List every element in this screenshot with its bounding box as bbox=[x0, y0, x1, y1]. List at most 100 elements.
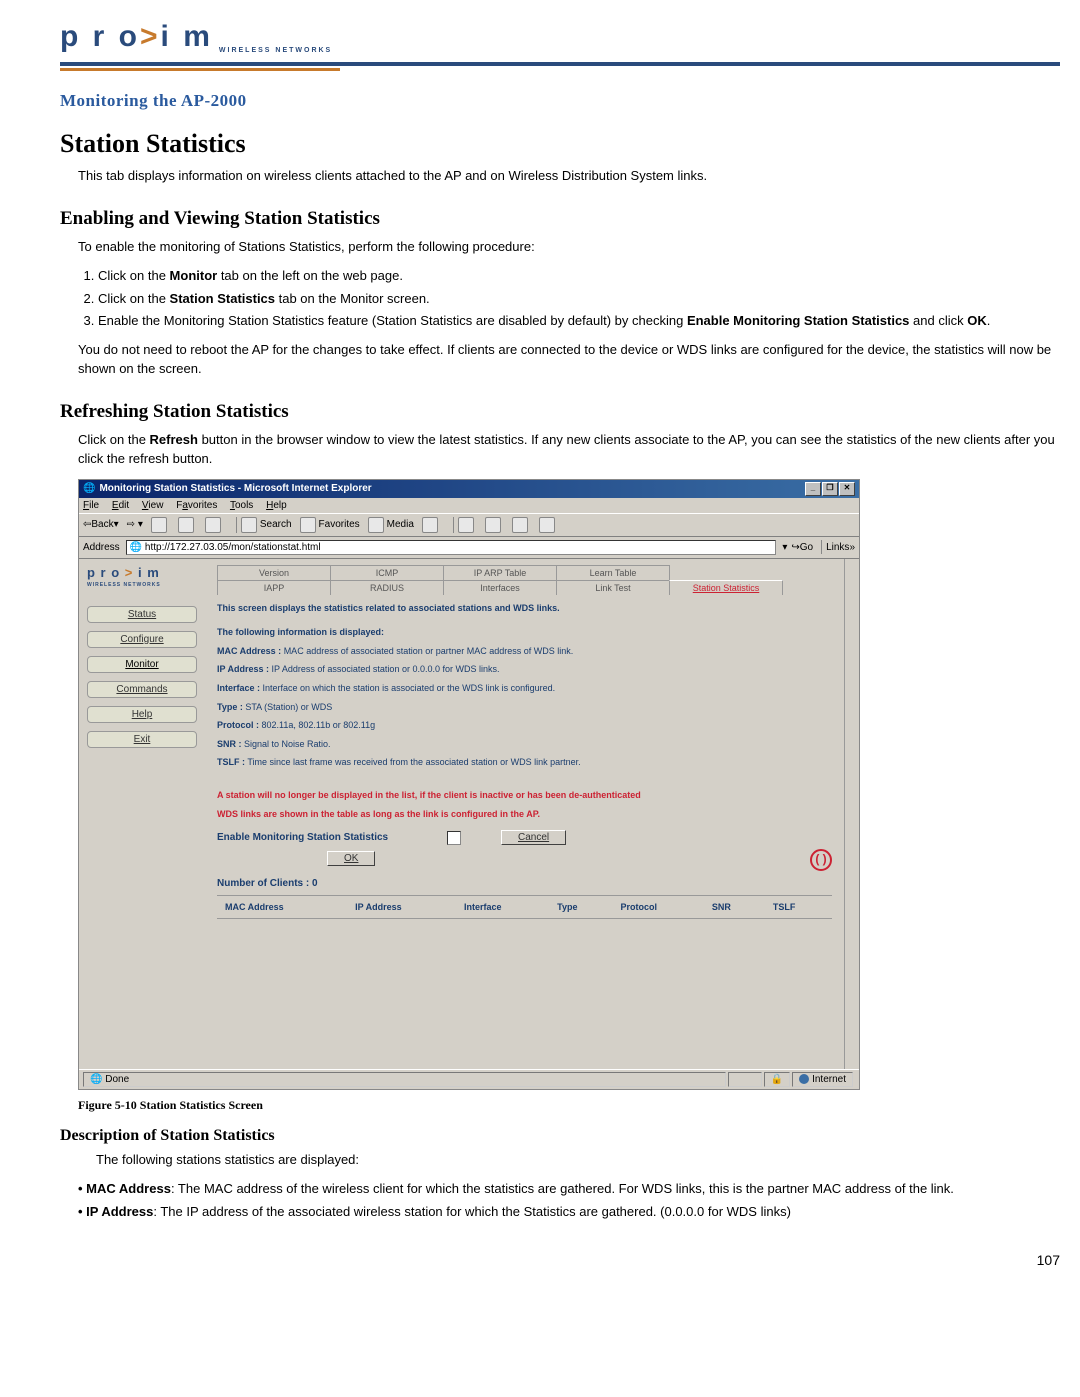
titlebar: 🌐 Monitoring Station Statistics - Micros… bbox=[79, 480, 859, 498]
nav-commands[interactable]: Commands bbox=[87, 681, 197, 698]
main-panel: Version ICMP IP ARP Table Learn Table IA… bbox=[205, 559, 844, 1070]
menu-tools[interactable]: Tools bbox=[230, 500, 253, 511]
step-1: Click on the Monitor tab on the left on … bbox=[98, 267, 1060, 286]
home-icon[interactable] bbox=[205, 517, 221, 533]
bullet-ip: IP Address: The IP address of the associ… bbox=[78, 1203, 1060, 1222]
address-bar: Address 🌐 http://172.27.03.05/mon/statio… bbox=[79, 537, 859, 559]
menu-favorites[interactable]: Favorites bbox=[176, 500, 217, 511]
favorites-button[interactable]: Favorites bbox=[300, 517, 360, 533]
figure-caption: Figure 5-10 Station Statistics Screen bbox=[78, 1098, 1060, 1113]
maximize-icon: ❐ bbox=[822, 482, 838, 496]
nav-help[interactable]: Help bbox=[87, 706, 197, 723]
go-button[interactable]: ↪ Go bbox=[791, 542, 813, 553]
close-icon: ✕ bbox=[839, 482, 855, 496]
back-button[interactable]: ⇦ Back ▾ bbox=[83, 519, 119, 530]
client-count: Number of Clients : 0 bbox=[217, 878, 832, 889]
breadcrumb: Monitoring the AP-2000 bbox=[60, 91, 1060, 111]
intro-text: This tab displays information on wireles… bbox=[78, 167, 1060, 186]
refresh-text: Click on the Refresh button in the brows… bbox=[78, 431, 1060, 469]
sidebar-logo: p r o > i m bbox=[87, 565, 197, 580]
tab-linktest[interactable]: Link Test bbox=[556, 580, 670, 595]
heading-enabling: Enabling and Viewing Station Statistics bbox=[60, 208, 1060, 230]
refresh-icon[interactable] bbox=[178, 517, 194, 533]
address-field[interactable]: 🌐 http://172.27.03.05/mon/stationstat.ht… bbox=[126, 540, 777, 555]
sidebar-logo-sub: WIRELESS NETWORKS bbox=[87, 582, 197, 588]
mail-icon[interactable] bbox=[458, 517, 474, 533]
help-icon[interactable]: ( ) bbox=[810, 849, 832, 871]
history-icon[interactable] bbox=[422, 517, 438, 533]
status-security-icon: 🔒 bbox=[764, 1072, 790, 1087]
tab-station-statistics[interactable]: Station Statistics bbox=[669, 580, 783, 595]
heading-refreshing: Refreshing Station Statistics bbox=[60, 401, 1060, 423]
address-dropdown-icon[interactable]: ▾ bbox=[782, 542, 787, 553]
cancel-button[interactable]: Cancel bbox=[501, 830, 566, 845]
nav-monitor[interactable]: Monitor bbox=[87, 656, 197, 673]
stop-icon[interactable] bbox=[151, 517, 167, 533]
media-button[interactable]: Media bbox=[368, 517, 414, 533]
forward-button[interactable]: ⇨ ▾ bbox=[127, 519, 143, 530]
step-3: Enable the Monitoring Station Statistics… bbox=[98, 312, 1060, 331]
panel-warn2: WDS links are shown in the table as long… bbox=[217, 808, 832, 821]
status-blank1 bbox=[728, 1072, 762, 1087]
tab-panel: This screen displays the statistics rela… bbox=[217, 594, 832, 1030]
tab-iparp[interactable]: IP ARP Table bbox=[443, 565, 557, 580]
nav-status[interactable]: Status bbox=[87, 606, 197, 623]
ok-button[interactable]: OK bbox=[327, 851, 375, 866]
tab-version[interactable]: Version bbox=[217, 565, 331, 580]
toolbar: ⇦ Back ▾ ⇨ ▾ Search Favorites Media bbox=[79, 513, 859, 537]
vertical-scrollbar[interactable] bbox=[844, 559, 859, 1070]
window-buttons[interactable]: _❐✕ bbox=[804, 482, 855, 496]
nav-configure[interactable]: Configure bbox=[87, 631, 197, 648]
address-label: Address bbox=[83, 542, 120, 553]
menubar[interactable]: File Edit View Favorites Tools Help bbox=[79, 498, 859, 513]
ie-icon: 🌐 bbox=[83, 483, 95, 494]
heading-description: Description of Station Statistics bbox=[60, 1127, 1060, 1145]
stats-table: MAC Address IP Address Interface Type Pr… bbox=[217, 898, 832, 916]
col-mac: MAC Address bbox=[217, 898, 347, 916]
col-type: Type bbox=[549, 898, 612, 916]
enable-label: Enable Monitoring Station Statistics bbox=[217, 832, 447, 843]
media-icon bbox=[368, 517, 384, 533]
tab-iapp[interactable]: IAPP bbox=[217, 580, 331, 595]
search-button[interactable]: Search bbox=[241, 517, 292, 533]
status-done: 🌐 Done bbox=[83, 1072, 726, 1087]
discuss-icon[interactable] bbox=[539, 517, 555, 533]
menu-file[interactable]: File bbox=[83, 500, 99, 511]
links-button[interactable]: Links bbox=[826, 542, 849, 553]
enable-row: Enable Monitoring Station Statistics Can… bbox=[217, 830, 832, 845]
nav-exit[interactable]: Exit bbox=[87, 731, 197, 748]
panel-warn1: A station will no longer be displayed in… bbox=[217, 789, 832, 802]
desc-bullets: MAC Address: The MAC address of the wire… bbox=[78, 1180, 1060, 1222]
bullet-mac: MAC Address: The MAC address of the wire… bbox=[78, 1180, 1060, 1199]
panel-desc-line1: This screen displays the statistics rela… bbox=[217, 602, 832, 615]
enable-checkbox[interactable] bbox=[447, 831, 461, 845]
panel-desc-line2: The following information is displayed: bbox=[217, 626, 832, 639]
logo-subtitle: WIRELESS NETWORKS bbox=[219, 47, 332, 54]
page-number: 107 bbox=[60, 1252, 1060, 1268]
tab-learn[interactable]: Learn Table bbox=[556, 565, 670, 580]
col-tslf: TSLF bbox=[765, 898, 832, 916]
print-icon[interactable] bbox=[485, 517, 501, 533]
col-ip: IP Address bbox=[347, 898, 456, 916]
tab-radius[interactable]: RADIUS bbox=[330, 580, 444, 595]
enable-steps: Click on the Monitor tab on the left on … bbox=[98, 267, 1060, 332]
search-icon bbox=[241, 517, 257, 533]
star-icon bbox=[300, 517, 316, 533]
tab-icmp[interactable]: ICMP bbox=[330, 565, 444, 580]
desc-intro: The following stations statistics are di… bbox=[96, 1151, 1060, 1170]
window-title: Monitoring Station Statistics - Microsof… bbox=[99, 483, 371, 494]
orange-rule bbox=[60, 68, 340, 71]
menu-view[interactable]: View bbox=[142, 500, 164, 511]
page-header: p r o > i m WIRELESS NETWORKS bbox=[60, 20, 1060, 66]
col-interface: Interface bbox=[456, 898, 549, 916]
minimize-icon: _ bbox=[805, 482, 821, 496]
edit-icon[interactable] bbox=[512, 517, 528, 533]
status-zone: Internet bbox=[792, 1072, 853, 1087]
tab-interfaces[interactable]: Interfaces bbox=[443, 580, 557, 595]
internet-icon bbox=[799, 1074, 809, 1084]
screenshot: 🌐 Monitoring Station Statistics - Micros… bbox=[78, 479, 860, 1091]
menu-help[interactable]: Help bbox=[266, 500, 287, 511]
col-snr: SNR bbox=[704, 898, 765, 916]
menu-edit[interactable]: Edit bbox=[112, 500, 129, 511]
statusbar: 🌐 Done 🔒 Internet bbox=[79, 1069, 859, 1089]
